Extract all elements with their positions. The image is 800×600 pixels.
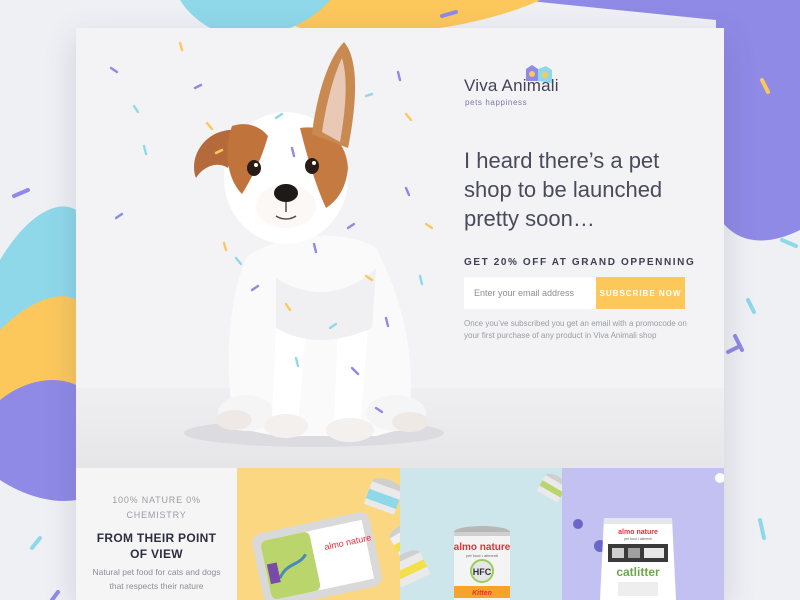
subscribe-disclaimer: Once you’ve subscribed you get an email …	[464, 319, 687, 340]
pets-logo-icon	[526, 65, 552, 83]
hero-headline: I heard there’s a pet shop to be launche…	[464, 148, 663, 231]
nature-label: 100% NATURE 0% CHEMISTRY	[112, 495, 201, 520]
product-can-panel[interactable]: almo nature pet food • alimenti HFC Kitt…	[400, 468, 562, 600]
hero-section: Viva Animali pets happiness I heard ther…	[76, 28, 724, 468]
subscribe-button[interactable]: SUBSCRIBE NOW	[596, 277, 685, 309]
feature-description: Natural pet food for cats and dogs that …	[92, 567, 221, 591]
cat-litter-image: almo nature pet food • alimenti catlitte…	[573, 473, 724, 600]
features-strip: 100% NATURE 0% CHEMISTRY FROM THEIR POIN…	[76, 468, 724, 600]
can-sublabel: pet food • alimenti	[466, 553, 498, 558]
bag-product: catlitter	[616, 565, 660, 579]
food-can-image: almo nature pet food • alimenti HFC Kitt…	[400, 473, 562, 600]
product-tray-panel[interactable]: almo nature	[237, 468, 400, 600]
product-bag-panel[interactable]: almo nature pet food • alimenti catlitte…	[562, 468, 724, 600]
promo-label: GET 20% OFF AT GRAND OPPENNING	[464, 257, 696, 268]
landing-card: Viva Animali pets happiness I heard ther…	[76, 28, 724, 600]
brand-tagline: pets happiness	[465, 98, 528, 107]
feature-text-panel: 100% NATURE 0% CHEMISTRY FROM THEIR POIN…	[76, 468, 237, 600]
can-badge: HFC	[473, 567, 492, 577]
email-input[interactable]	[464, 277, 606, 309]
confetti-decoration	[109, 41, 434, 414]
can-brand: almo nature	[454, 542, 511, 553]
food-tray-image: almo nature	[252, 478, 400, 600]
bag-brand: almo nature	[618, 529, 658, 536]
can-flavor: Kitten	[472, 590, 492, 597]
feature-title: FROM THEIR POINT OF VIEW	[96, 531, 217, 561]
bag-sublabel: pet food • alimenti	[624, 537, 652, 541]
